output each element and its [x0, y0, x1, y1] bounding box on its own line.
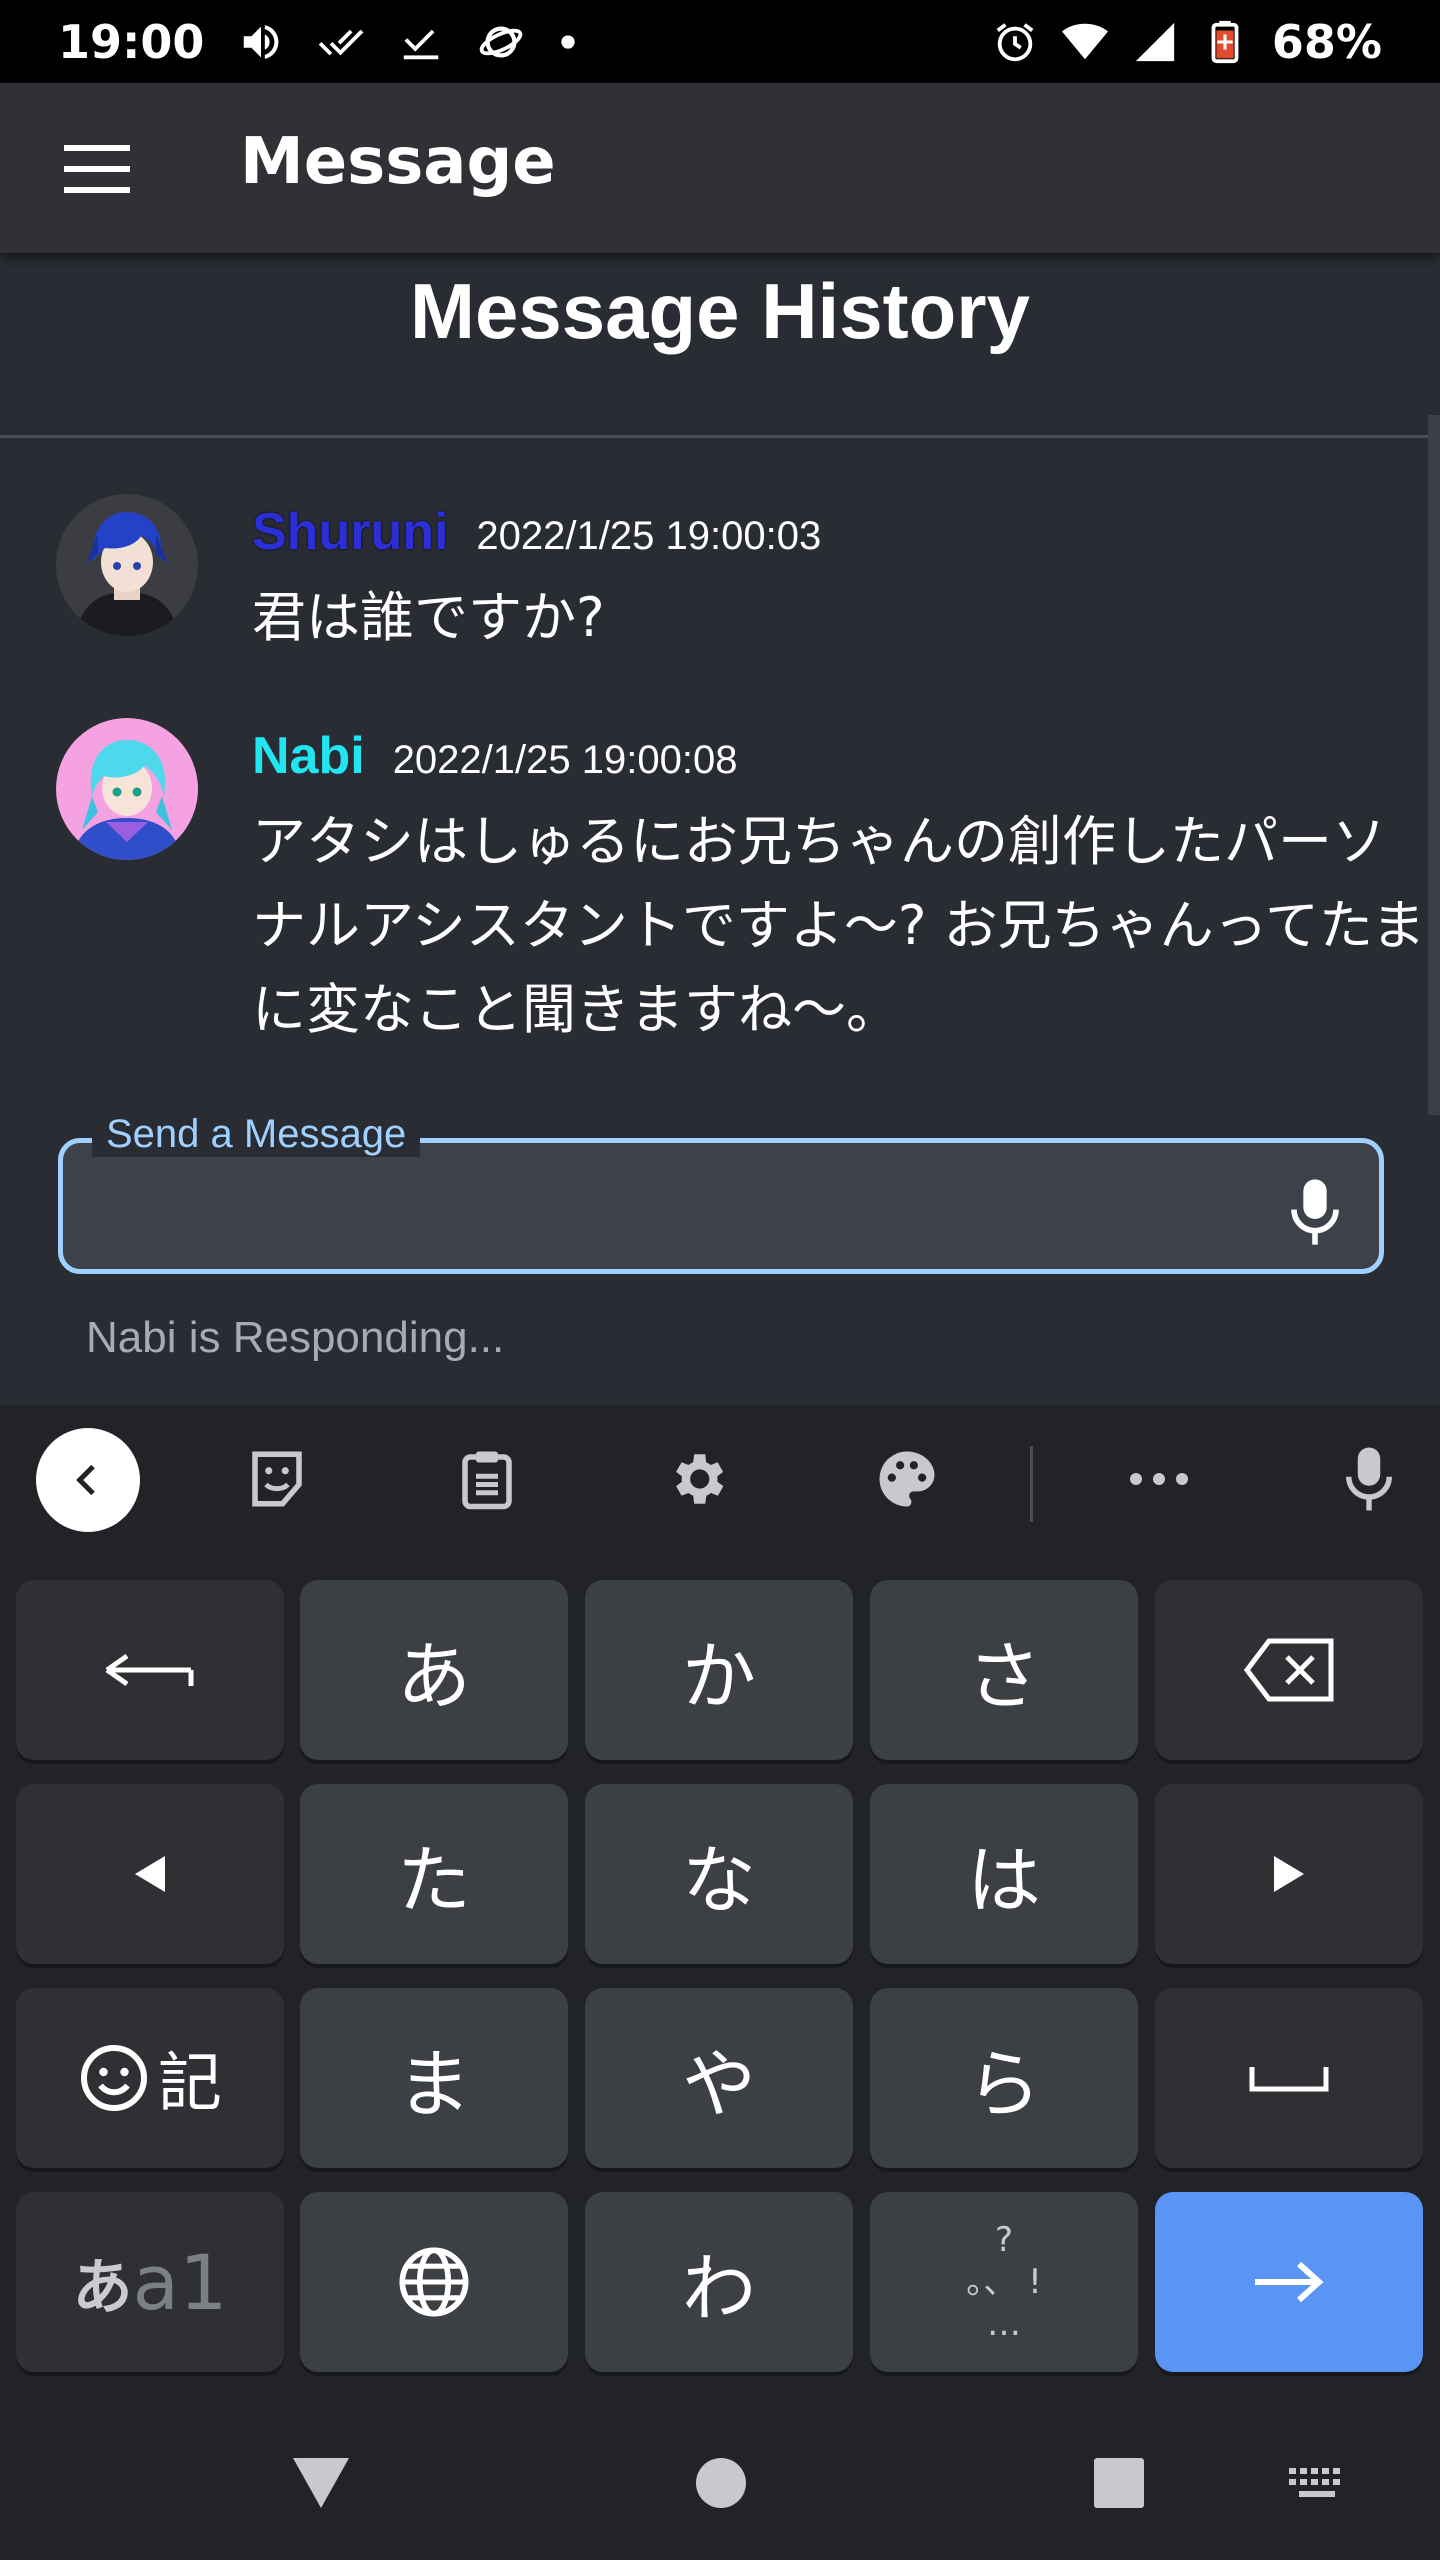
menu-icon[interactable]: [64, 145, 130, 193]
battery-percent: 68%: [1271, 14, 1382, 69]
divider: [0, 435, 1440, 438]
message-text: 君は誰ですか?: [252, 586, 605, 649]
mode-kana: あ: [72, 2252, 133, 2323]
message-item-nabi: Nabi 2022/1/25 19:00:08 アタシはしゅるにお兄ちゃんの創作…: [56, 718, 1425, 1058]
microphone-icon[interactable]: [1334, 1444, 1404, 1514]
app-title: Message: [240, 125, 556, 199]
message-timestamp: 2022/1/25 19:00:03: [476, 514, 822, 558]
toolbar-separator: [1030, 1446, 1033, 1522]
app-bar: Message: [0, 83, 1440, 253]
back-triangle-icon[interactable]: [286, 2448, 356, 2518]
punct-bottom: …: [987, 2304, 1021, 2344]
key-a[interactable]: あ: [300, 1580, 568, 1760]
status-time: 19:00: [58, 14, 205, 69]
key-ma[interactable]: ま: [300, 1988, 568, 2168]
message-item-shuruni: Shuruni 2022/1/25 19:00:03 君は誰ですか?: [56, 494, 1396, 654]
globe-key[interactable]: [300, 2192, 568, 2372]
message-header: Shuruni 2022/1/25 19:00:03: [252, 502, 821, 562]
backspace-key[interactable]: [1155, 1580, 1423, 1760]
cursor-left-key[interactable]: [16, 1784, 284, 1964]
input-label: Send a Message: [92, 1112, 421, 1157]
gear-icon[interactable]: [662, 1444, 732, 1514]
avatar-shuruni: [56, 494, 198, 636]
smiley-icon: [81, 2045, 147, 2111]
keyboard: あ か さ た な は 記 ま や ら あ a1 わ ? 。、 ! …: [0, 1406, 1440, 2560]
undo-key[interactable]: [16, 1580, 284, 1760]
responding-status: Nabi is Responding...: [86, 1313, 505, 1362]
key-ra[interactable]: ら: [870, 1988, 1138, 2168]
message-input-box[interactable]: [58, 1138, 1384, 1274]
palette-icon[interactable]: [872, 1444, 942, 1514]
space-key[interactable]: [1155, 1988, 1423, 2168]
check-icon: [398, 19, 444, 65]
emoji-symbol-key[interactable]: 記: [16, 1988, 284, 2168]
history-title: Message History: [410, 267, 1030, 355]
key-sa[interactable]: さ: [870, 1580, 1138, 1760]
home-circle-icon[interactable]: [686, 2448, 756, 2518]
message-text: アタシはしゅるにお兄ちゃんの創作したパーソナルアシスタントですよ〜? お兄ちゃん…: [252, 810, 1426, 1041]
key-ya[interactable]: や: [585, 1988, 853, 2168]
key-ha[interactable]: は: [870, 1784, 1138, 1964]
punctuation-key[interactable]: ? 。、 ! …: [870, 2192, 1138, 2372]
alarm-icon: [992, 19, 1038, 65]
dot-icon: [558, 32, 578, 52]
globe-icon: [399, 2247, 469, 2317]
message-timestamp: 2022/1/25 19:00:08: [392, 738, 738, 782]
message-input[interactable]: [93, 1173, 1243, 1243]
status-right: 68%: [992, 15, 1382, 69]
key-ka[interactable]: か: [585, 1580, 853, 1760]
punct-mid: 。、 !: [966, 2262, 1042, 2302]
signal-icon: [1132, 19, 1178, 65]
key-na[interactable]: な: [585, 1784, 853, 1964]
avatar-nabi: [56, 718, 198, 860]
double-check-icon: [318, 19, 364, 65]
navigation-bar: [0, 2404, 1440, 2560]
sticker-icon[interactable]: [242, 1444, 312, 1514]
keyboard-icon[interactable]: [1282, 2448, 1352, 2518]
status-left: 19:00: [58, 15, 578, 69]
volume-icon: [238, 19, 284, 65]
punct-top: ?: [994, 2220, 1014, 2260]
planet-icon: [478, 19, 524, 65]
sender-name: Shuruni: [252, 503, 449, 561]
kigou-label: 記: [158, 2047, 222, 2121]
keyboard-toolbar: [0, 1406, 1440, 1558]
arrow-right-icon: [1255, 2261, 1324, 2303]
cursor-right-key[interactable]: [1155, 1784, 1423, 1964]
status-bar: 19:00 68%: [0, 0, 1440, 83]
battery-icon: [1202, 19, 1248, 65]
enter-key[interactable]: [1155, 2192, 1423, 2372]
key-ta[interactable]: た: [300, 1784, 568, 1964]
clipboard-icon[interactable]: [452, 1444, 522, 1514]
more-icon[interactable]: [1124, 1444, 1194, 1514]
key-wa[interactable]: わ: [585, 2192, 853, 2372]
sender-name: Nabi: [252, 727, 365, 785]
microphone-icon[interactable]: [1287, 1177, 1343, 1247]
input-mode-key[interactable]: あ a1: [16, 2192, 284, 2372]
message-header: Nabi 2022/1/25 19:00:08: [252, 726, 737, 786]
wifi-icon: [1061, 19, 1108, 65]
chevron-left-icon[interactable]: [36, 1428, 140, 1532]
mode-alpha: a1: [132, 2237, 228, 2327]
recents-square-icon[interactable]: [1084, 2448, 1154, 2518]
